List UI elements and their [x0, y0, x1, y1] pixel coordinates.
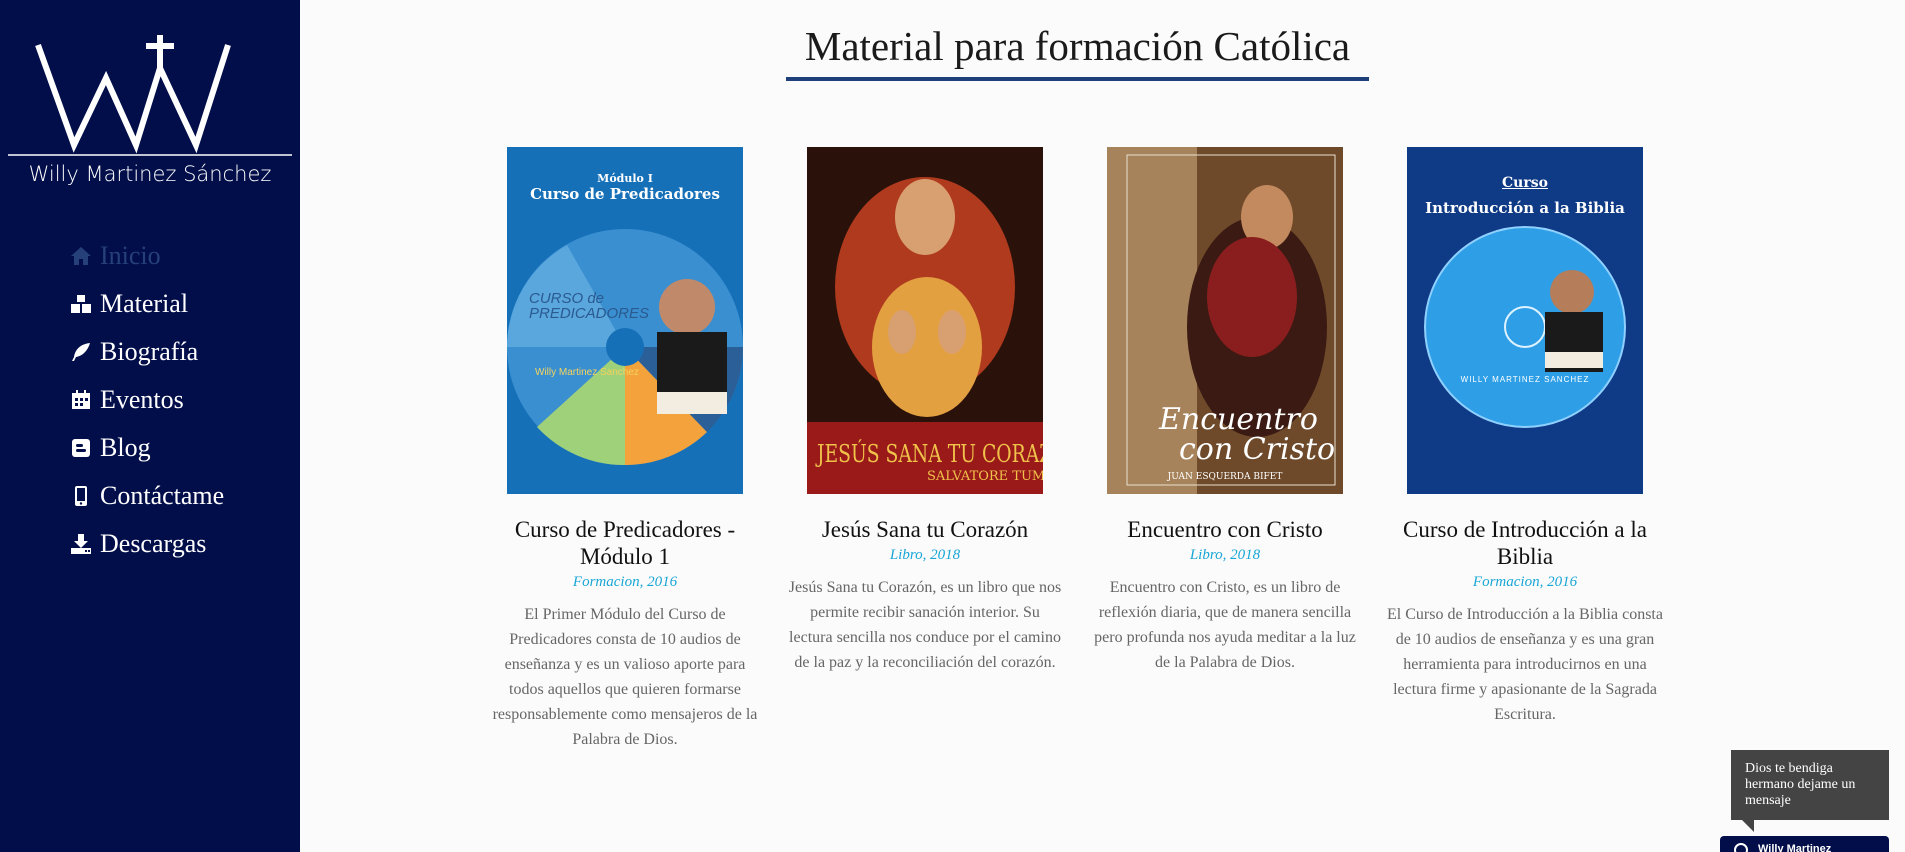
- download-icon: [70, 533, 92, 555]
- card-meta: Formacion, 2016: [1472, 574, 1578, 590]
- title-underline: [786, 77, 1369, 81]
- cover-image[interactable]: JESÚS SANA TU CORAZÓN SALVATORE TUMIN: [807, 147, 1043, 494]
- card-jesus-sana[interactable]: JESÚS SANA TU CORAZÓN SALVATORE TUMIN Je…: [785, 147, 1065, 675]
- chat-bar[interactable]: Willy Martinez: [1720, 836, 1889, 852]
- card-description: Jesús Sana tu Corazón, es un libro que n…: [788, 579, 1062, 671]
- cover-image[interactable]: Curso Introducción a la Biblia WILLY MAR…: [1407, 147, 1643, 494]
- chat-bubble-tail: [1742, 820, 1754, 832]
- blogger-icon: [70, 437, 92, 459]
- cover-line1: JESÚS SANA TU CORAZÓN: [817, 440, 1043, 468]
- card-description: El Primer Módulo del Curso de Predicador…: [492, 606, 758, 748]
- cover-line3: JUAN ESQUERDA BIFET: [1167, 472, 1283, 482]
- card-meta: Formacion, 2016: [572, 574, 678, 590]
- nav-item-biografia[interactable]: Biografía: [70, 328, 224, 376]
- nav-label: Inicio: [100, 241, 161, 270]
- feather-icon: [70, 341, 92, 363]
- cover-disc-text2: PREDICADORES: [529, 305, 650, 322]
- cover-image[interactable]: Módulo I Curso de Predicadores CURSO de …: [507, 147, 743, 494]
- card-title[interactable]: Jesús Sana tu Corazón: [785, 516, 1065, 543]
- logo[interactable]: Willy Martinez Sánchez: [8, 30, 292, 190]
- nav-item-inicio[interactable]: Inicio: [70, 232, 224, 280]
- cover-line2: Introducción a la Biblia: [1425, 199, 1625, 217]
- brand-name: Willy Martinez Sánchez: [28, 162, 272, 186]
- card-title[interactable]: Curso de Introducción a la Biblia: [1385, 516, 1665, 570]
- home-icon: [70, 245, 92, 267]
- card-meta: Libro, 2018: [889, 547, 961, 563]
- cover-image[interactable]: Encuentro con Cristo JUAN ESQUERDA BIFET: [1107, 147, 1343, 494]
- cover-disc-text: WILLY MARTINEZ SANCHEZ: [1460, 375, 1590, 384]
- page-title: Material para formación Católica: [804, 23, 1351, 69]
- main-content: Material para formación Católica Módulo …: [300, 0, 1905, 852]
- card-encuentro-cristo[interactable]: Encuentro con Cristo JUAN ESQUERDA BIFET…: [1085, 147, 1365, 675]
- nav-label: Descargas: [100, 529, 207, 558]
- card-introduccion-biblia[interactable]: Curso Introducción a la Biblia WILLY MAR…: [1385, 147, 1665, 727]
- cover-line1: Curso: [1502, 175, 1548, 191]
- nav-label: Eventos: [100, 385, 184, 414]
- calendar-icon: [70, 389, 92, 411]
- cover-line2: Curso de Predicadores: [530, 185, 720, 203]
- cubes-icon: [70, 293, 92, 315]
- nav-item-material[interactable]: Material: [70, 280, 224, 328]
- card-curso-predicadores[interactable]: Módulo I Curso de Predicadores CURSO de …: [485, 147, 765, 752]
- sidebar: Willy Martinez Sánchez Inicio Material B…: [0, 0, 300, 852]
- chat-bar-label: Willy Martinez: [1758, 843, 1832, 852]
- nav-item-descargas[interactable]: Descargas: [70, 520, 224, 568]
- chat-status-icon: [1734, 843, 1748, 852]
- wm-logo-icon: [8, 35, 292, 156]
- chat-bubble[interactable]: Dios te bendiga hermano dejame un mensaj…: [1731, 750, 1889, 820]
- card-title[interactable]: Curso de Predicadores - Módulo 1: [485, 516, 765, 570]
- card-description: El Curso de Introducción a la Biblia con…: [1387, 606, 1663, 723]
- cover-line2: SALVATORE TUMIN: [927, 469, 1043, 484]
- card-title[interactable]: Encuentro con Cristo: [1085, 516, 1365, 543]
- nav-label: Blog: [100, 433, 151, 462]
- nav-item-eventos[interactable]: Eventos: [70, 376, 224, 424]
- main-nav: Inicio Material Biografía Eventos Blog C…: [70, 232, 224, 568]
- mobile-icon: [70, 485, 92, 507]
- cover-line1: Módulo I: [597, 172, 653, 185]
- card-meta: Libro, 2018: [1189, 547, 1261, 563]
- nav-label: Biografía: [100, 337, 199, 366]
- cover-disc-text3: Willy Martinez Sanchez: [535, 367, 639, 378]
- cover-line2: con Cristo: [1179, 432, 1336, 467]
- nav-item-contactame[interactable]: Contáctame: [70, 472, 224, 520]
- card-description: Encuentro con Cristo, es un libro de ref…: [1094, 579, 1356, 671]
- nav-label: Material: [100, 289, 189, 318]
- nav-item-blog[interactable]: Blog: [70, 424, 224, 472]
- nav-label: Contáctame: [100, 481, 225, 510]
